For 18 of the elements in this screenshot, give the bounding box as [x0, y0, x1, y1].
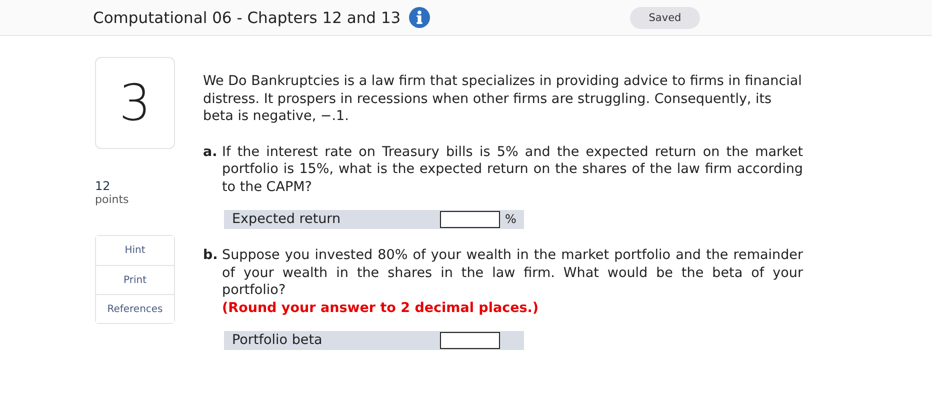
unit-label: % [505, 210, 516, 228]
part-letter: a. [203, 144, 218, 162]
answer-field[interactable] [440, 332, 500, 349]
saved-status: Saved [630, 7, 700, 29]
points-label: points [95, 193, 130, 206]
question-text: We Do Bankruptcies is a law firm that specializes in providing advice to firms in financial distress. It prospers in recessions when other firms are struggling. Consequently, its beta is negative, −.1. [203, 73, 803, 126]
rounding-note: (Round your answer to 2 decimal places.) [222, 300, 540, 317]
points-value: 12 [95, 179, 112, 193]
part-letter: b. [203, 247, 219, 265]
answer-label: Expected return [232, 210, 342, 228]
tool-link[interactable]: References [96, 294, 174, 323]
part-question: Suppose you invested 80% of your wealth in the market portfolio and the remainder of your wealth in the shares in the law firm. What would be the beta of your portfolio? [222, 247, 803, 300]
info-icon[interactable] [408, 7, 430, 28]
question-number: 3 [95, 57, 175, 149]
answer-label: Portfolio beta [232, 332, 324, 350]
answer-field[interactable] [440, 211, 500, 228]
part-question: If the interest rate on Treasury bills is 5% and the expected return on the market portfolio is 15%, what is the expected return on the shares of the law firm according to the CAPM? [222, 144, 803, 196]
assignment-title: Computational 06 - Chapters 12 and 13 [93, 8, 401, 26]
